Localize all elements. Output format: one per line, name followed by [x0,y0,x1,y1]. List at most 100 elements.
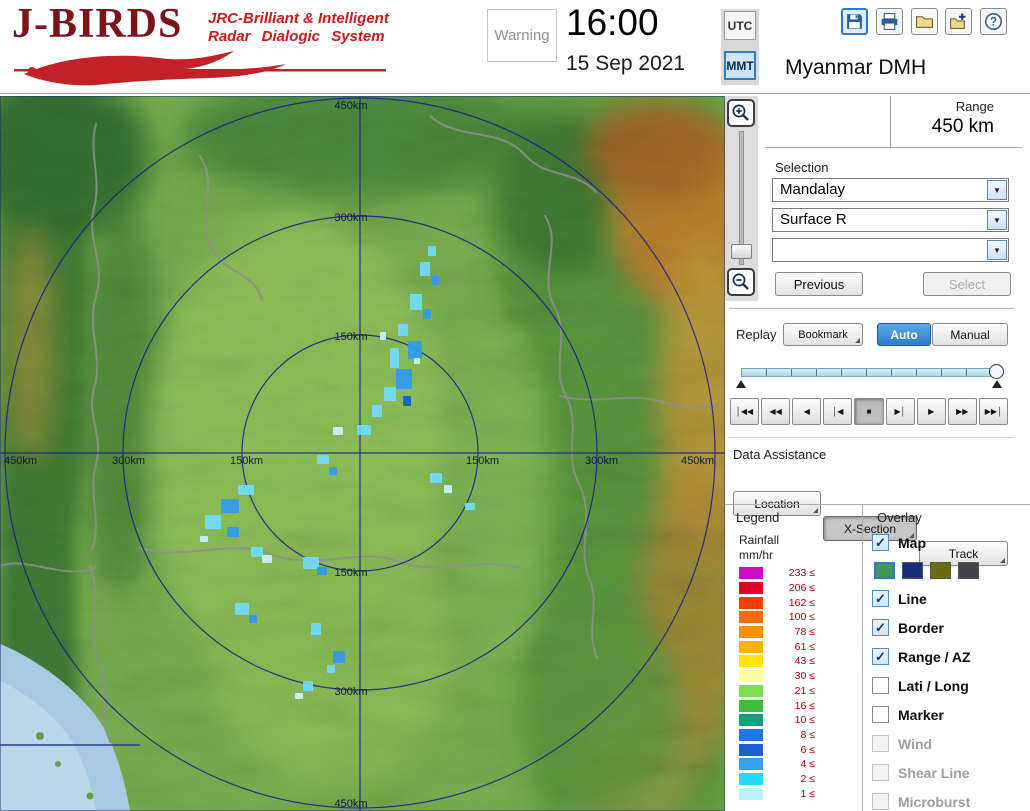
legend-color-swatch [739,758,763,771]
site-dropdown[interactable]: Mandalay ▼ [772,178,1009,202]
rain-echo-cell [303,557,319,569]
range-ring-label: 150km [230,455,263,467]
legend-color-swatch [739,728,763,741]
overlay-item-lati-long[interactable]: Lati / Long [872,671,1030,700]
chevron-down-icon[interactable]: ▼ [987,210,1007,230]
chevron-down-icon[interactable]: ▼ [987,240,1007,260]
bookmark-button[interactable]: Bookmark [783,323,863,346]
zoom-in-icon [732,104,749,121]
unchecked-checkbox-icon[interactable] [872,706,889,723]
legend-value: 1 ≤ [800,787,815,800]
overlay-item-line[interactable]: ✓ Line [872,584,1030,613]
zoom-out-button[interactable] [727,268,755,296]
playback-play-button[interactable]: ▶ [916,398,946,425]
map-style-swatch-4[interactable] [958,562,979,579]
legend-color-swatch [739,684,763,697]
rain-echo-cell [408,341,422,359]
manual-button[interactable]: Manual [932,323,1008,346]
mmt-button[interactable]: MMT [724,51,756,80]
overlay-item-label: Map [898,534,926,551]
manual-label: Manual [950,327,990,342]
map-style-swatch-2[interactable] [902,562,923,579]
option-dropdown[interactable]: ▼ [772,238,1009,262]
playback-last-button[interactable]: ▶▶│ [978,398,1008,425]
range-ring-label: 150km [466,455,499,467]
chevron-down-icon[interactable]: ▼ [987,180,1007,200]
product-dropdown-value: Surface R [780,211,847,228]
open-folder-button[interactable] [911,8,938,35]
zoom-slider-thumb[interactable] [731,244,752,259]
legend-rows: 233 ≤ 206 ≤162 ≤ 100 ≤ 78 ≤61 ≤ 43 ≤ 30 ≤21 ≤… [739,566,851,801]
radar-map[interactable]: 450km 300km 150km 150km 300km 450km 450km 300km… [0,96,725,811]
site-dropdown-value: Mandalay [780,181,846,198]
playback-step-forward-button[interactable]: ▶│ [885,398,915,425]
playback-fast-rewind-button[interactable]: ◀◀ [761,398,791,425]
overlay-item-map[interactable]: ✓ Map [872,528,1030,557]
rain-echo-cell [414,358,420,364]
overlay-item-label: Microburst [898,793,971,810]
timeline-thumb[interactable] [989,364,1004,379]
playback-play-reverse-button[interactable]: ◀ [792,398,822,425]
help-button[interactable]: ? [980,8,1007,35]
map-style-swatch-1[interactable] [874,562,895,579]
checked-checkbox-icon[interactable]: ✓ [872,590,889,607]
warning-button[interactable]: Warning [487,9,557,62]
range-ring-label: 300km [112,455,145,467]
playback-first-button[interactable]: │◀◀ [730,398,760,425]
legend-value: 233 ≤ [788,567,815,580]
range-ring-label: 450km [334,100,367,112]
overlay-item-border[interactable]: ✓ Border [872,613,1030,642]
range-value: 450 km [931,116,994,137]
legend-row: 4 ≤ [739,757,851,772]
legend-value: 43 ≤ [794,655,815,668]
import-image-button[interactable] [945,8,972,35]
checked-checkbox-icon[interactable]: ✓ [872,648,889,665]
overlay-item-marker[interactable]: Marker [872,700,1030,729]
rain-echo-cell [444,485,452,493]
legend-unit-line2: mm/hr [739,548,773,562]
range-label: Range [955,99,994,114]
overlay-item-range-az[interactable]: ✓ Range / AZ [872,642,1030,671]
rain-echo-cell [390,348,399,368]
playback-fast-forward-button[interactable]: ▶▶ [947,398,977,425]
station-name: Myanmar DMH [785,56,927,79]
replay-timeline[interactable] [736,362,1004,388]
rain-echo-cell [238,485,254,495]
app-logo-subtitle: JRC-Brilliant & Intelligent Radar Dialog… [208,10,389,46]
rain-echo-cell [432,276,439,285]
legend-row: 10 ≤ [739,713,851,728]
overlay-item-label: Line [898,590,927,607]
legend-color-swatch [739,670,763,683]
range-ring-label: 300km [334,212,367,224]
overlay-item-label: Marker [898,706,944,723]
timeline-position-marker[interactable] [992,380,1002,388]
playback-stop-button[interactable]: ■ [854,398,884,425]
rain-echo-cell [200,536,208,542]
rain-echo-cell [249,615,257,623]
checked-checkbox-icon[interactable]: ✓ [872,534,889,551]
timeline-track[interactable] [741,368,991,377]
playback-step-back-button[interactable]: │◀ [823,398,853,425]
map-style-swatch-3[interactable] [930,562,951,579]
auto-button[interactable]: Auto [877,323,931,346]
zoom-in-button[interactable] [727,99,755,127]
checked-checkbox-icon[interactable]: ✓ [872,619,889,636]
legend-value: 162 ≤ [788,596,815,609]
rain-echo-cell [227,527,239,537]
playback-controls: │◀◀ ◀◀ ◀ │◀ ■ ▶│ ▶ ▶▶ ▶▶│ [730,398,1008,425]
folder-icon [916,16,933,28]
previous-button[interactable]: Previous [775,272,863,296]
utc-button[interactable]: UTC [724,11,756,40]
header: J-BIRDS JRC-Brilliant & Intelligent Rada… [0,0,1030,94]
legend-value: 6 ≤ [800,743,815,756]
print-button[interactable] [876,8,903,35]
legend-value: 21 ≤ [794,684,815,697]
select-button[interactable]: Select [923,272,1011,296]
legend-color-swatch [739,743,763,756]
product-dropdown[interactable]: Surface R ▼ [772,208,1009,232]
unchecked-checkbox-icon[interactable] [872,677,889,694]
legend-value: 8 ≤ [800,728,815,741]
rain-echo-cell [311,623,321,635]
timeline-start-marker[interactable] [736,380,746,388]
save-button[interactable] [841,8,868,35]
